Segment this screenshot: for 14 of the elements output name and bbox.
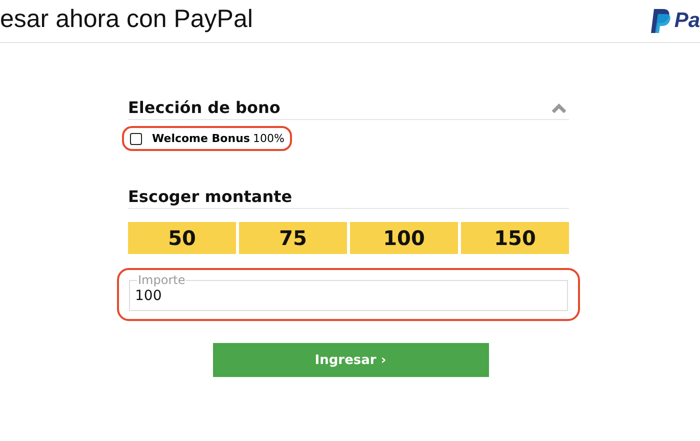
amount-button[interactable]: 50: [128, 222, 236, 254]
amount-button[interactable]: 150: [461, 222, 569, 254]
logo-text: Pa: [674, 9, 700, 33]
bonus-value: 100%: [252, 132, 284, 145]
paypal-logo-icon: [649, 8, 672, 34]
section-title: Elección de bono: [128, 98, 280, 117]
bonus-name: Welcome Bonus: [152, 132, 250, 145]
amount-button[interactable]: 75: [239, 222, 347, 254]
checkbox[interactable]: [130, 132, 142, 144]
chevron-up-icon[interactable]: [551, 102, 567, 112]
amount-field[interactable]: Importe 100: [129, 273, 568, 311]
section-title: Escoger montante: [128, 187, 292, 206]
page-title: esar ahora con PayPal: [0, 4, 253, 34]
amount-button[interactable]: 100: [350, 222, 458, 254]
